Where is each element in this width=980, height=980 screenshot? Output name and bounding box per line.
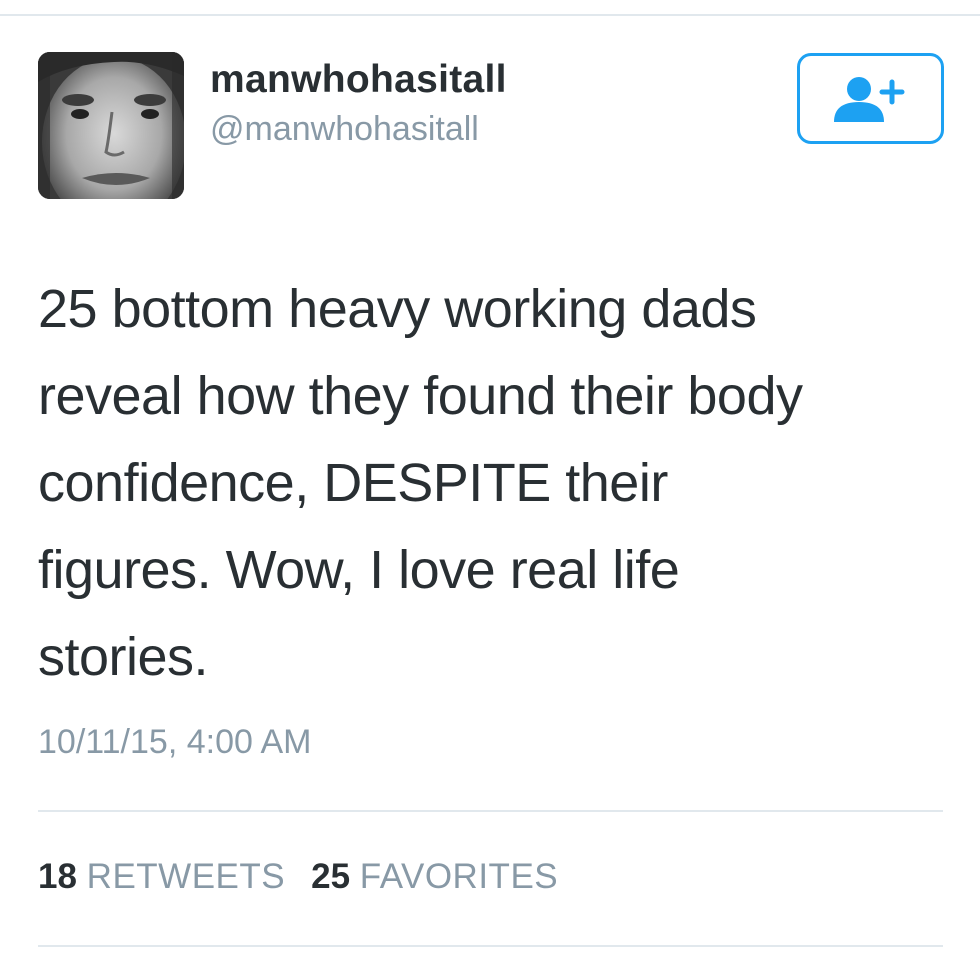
tweet-timestamp[interactable]: 10/11/15, 4:00 AM: [38, 723, 311, 762]
favorites-count: 25: [311, 857, 351, 896]
retweets-stat[interactable]: 18 RETWEETS: [38, 857, 285, 897]
tweet-line: 25 bottom heavy working dads: [38, 279, 757, 339]
follow-button[interactable]: [797, 53, 944, 144]
stats-top-divider: [38, 810, 943, 812]
favorites-stat[interactable]: 25 FAVORITES: [311, 857, 558, 897]
tweet-line: reveal how they found their body: [38, 366, 803, 426]
favorites-label: FAVORITES: [359, 857, 559, 896]
tweet-stats: 18 RETWEETS 25 FAVORITES: [38, 857, 558, 897]
top-divider: [0, 14, 980, 16]
user-handle[interactable]: @manwhohasitall: [210, 110, 479, 149]
retweets-label: RETWEETS: [86, 857, 286, 896]
avatar[interactable]: [38, 52, 184, 199]
profile-photo: [38, 52, 184, 199]
display-name[interactable]: manwhohasitall: [210, 58, 507, 102]
add-user-icon: [833, 76, 904, 122]
tweet-line: confidence, DESPITE their: [38, 453, 668, 513]
stats-bottom-divider: [38, 945, 943, 947]
tweet-text: 25 bottom heavy working dads reveal how …: [38, 266, 938, 701]
tweet-line: figures. Wow, I love real life: [38, 540, 680, 600]
tweet-line: stories.: [38, 627, 209, 687]
retweets-count: 18: [38, 857, 77, 896]
